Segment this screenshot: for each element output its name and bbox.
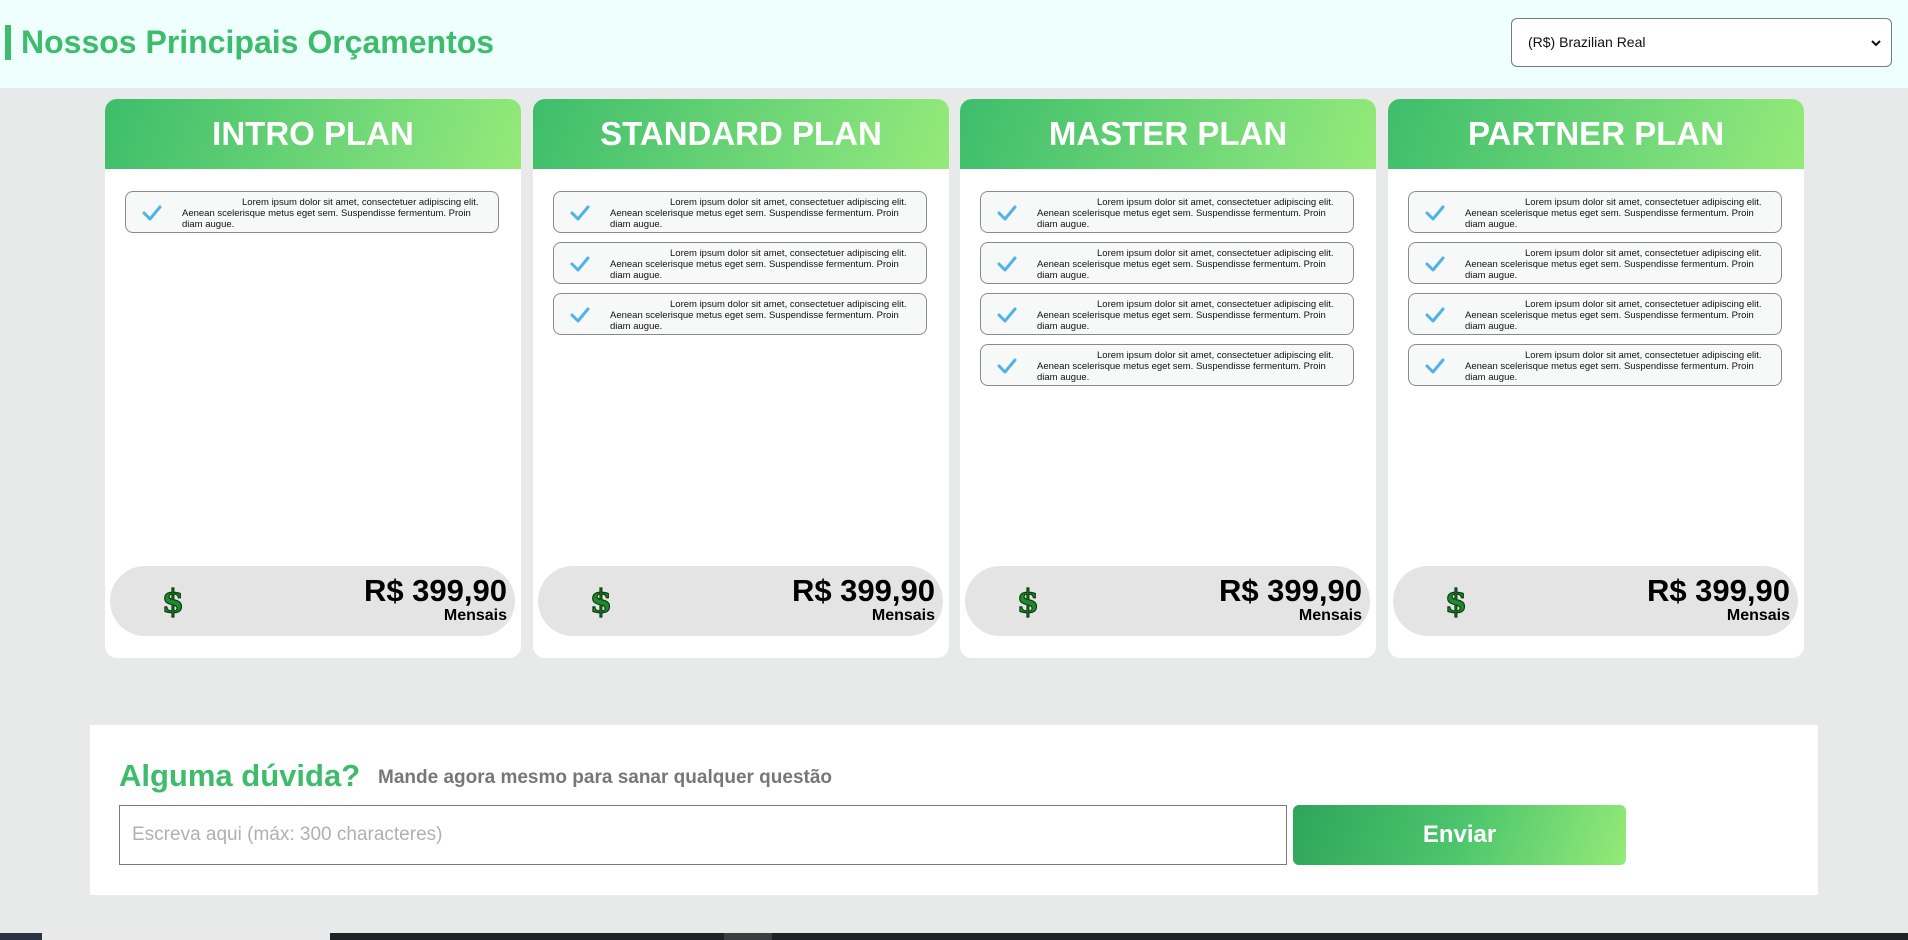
plan-header: MASTER PLAN [960,99,1376,169]
plan-name: INTRO PLAN [212,115,414,152]
feature-item: Lorem ipsum dolor sit amet, consectetuer… [980,191,1354,233]
plan-period: Mensais [1726,607,1790,624]
feature-text: Lorem ipsum dolor sit amet, consectetuer… [182,197,479,230]
checkmark-icon [1425,256,1445,272]
svg-text:$: $ [162,584,184,618]
chevron-down-icon [1871,40,1881,47]
plan-card: INTRO PLAN Lorem ipsum dolor sit amet, co… [105,99,521,658]
plan-price: R$ 399,90 [363,573,507,608]
plan-period: Mensais [443,607,507,624]
plan-period: Mensais [871,607,935,624]
svg-text:$: $ [590,584,612,618]
feature-text: Lorem ipsum dolor sit amet, consectetuer… [1465,248,1762,281]
plan-name: STANDARD PLAN [600,115,882,152]
feature-text: Lorem ipsum dolor sit amet, consectetuer… [1037,197,1334,230]
feature-item: Lorem ipsum dolor sit amet, consectetuer… [553,242,927,284]
checkmark-icon [570,256,590,272]
taskbar-segment [42,933,330,940]
feature-item: Lorem ipsum dolor sit amet, consectetuer… [1408,191,1782,233]
plan-card: STANDARD PLAN Lorem ipsum dolor sit amet,… [533,99,949,658]
price-bar: $ R$ 399,90 Mensais [1393,566,1798,636]
checkmark-icon [1425,358,1445,374]
checkmark-icon [1425,307,1445,323]
feature-item: Lorem ipsum dolor sit amet, consectetuer… [553,191,927,233]
checkmark-icon [997,358,1017,374]
plan-header: STANDARD PLAN [533,99,949,169]
dollar-icon: $ [1016,584,1039,618]
feature-item: Lorem ipsum dolor sit amet, consectetuer… [1408,293,1782,335]
plan-price: R$ 399,90 [791,573,935,608]
feature-text: Lorem ipsum dolor sit amet, consectetuer… [1037,350,1334,383]
price-bar: $ R$ 399,90 Mensais [965,566,1370,636]
title-accent-bar [5,25,11,60]
feature-text: Lorem ipsum dolor sit amet, consectetuer… [610,299,907,332]
checkmark-icon [142,205,162,221]
feature-item: Lorem ipsum dolor sit amet, consectetuer… [125,191,499,233]
feature-text: Lorem ipsum dolor sit amet, consectetuer… [1037,248,1334,281]
dollar-icon: $ [161,584,184,618]
plan-card: PARTNER PLAN Lorem ipsum dolor sit amet, … [1388,99,1804,658]
taskbar-strip [0,933,1908,940]
contact-subheading: Mande agora mesmo para sanar qualquer qu… [378,767,833,788]
dollar-icon: $ [1444,584,1467,618]
feature-text: Lorem ipsum dolor sit amet, consectetuer… [1037,299,1334,332]
plan-header: PARTNER PLAN [1388,99,1804,169]
svg-text:$: $ [1017,584,1039,618]
checkmark-icon [570,205,590,221]
feature-text: Lorem ipsum dolor sit amet, consectetuer… [1465,299,1762,332]
feature-item: Lorem ipsum dolor sit amet, consectetuer… [980,242,1354,284]
feature-text: Lorem ipsum dolor sit amet, consectetuer… [1465,350,1762,383]
page-title: Nossos Principais Orçamentos [21,24,495,60]
feature-item: Lorem ipsum dolor sit amet, consectetuer… [980,293,1354,335]
feature-item: Lorem ipsum dolor sit amet, consectetuer… [1408,242,1782,284]
plan-period: Mensais [1298,607,1362,624]
currency-select[interactable]: (R$) Brazilian Real [1511,18,1892,67]
checkmark-icon [997,307,1017,323]
top-bar: Nossos Principais Orçamentos (R$) Brazil… [0,0,1908,88]
checkmark-icon [997,205,1017,221]
feature-text: Lorem ipsum dolor sit amet, consectetuer… [1465,197,1762,230]
question-input[interactable] [119,805,1287,865]
send-button[interactable]: Enviar [1293,805,1626,865]
feature-text: Lorem ipsum dolor sit amet, consectetuer… [610,197,907,230]
plan-price: R$ 399,90 [1218,573,1362,608]
price-bar: $ R$ 399,90 Mensais [110,566,515,636]
plan-name: MASTER PLAN [1048,115,1288,152]
feature-item: Lorem ipsum dolor sit amet, consectetuer… [1408,344,1782,386]
checkmark-icon [570,307,590,323]
feature-item: Lorem ipsum dolor sit amet, consectetuer… [553,293,927,335]
price-bar: $ R$ 399,90 Mensais [538,566,943,636]
contact-heading: Alguma dúvida? [119,758,361,793]
feature-text: Lorem ipsum dolor sit amet, consectetuer… [610,248,907,281]
svg-text:$: $ [1445,584,1467,618]
feature-item: Lorem ipsum dolor sit amet, consectetuer… [980,344,1354,386]
taskbar-segment [0,933,42,940]
dollar-icon: $ [589,584,612,618]
plan-price: R$ 399,90 [1646,573,1790,608]
plan-name: PARTNER PLAN [1467,115,1725,152]
plan-card: MASTER PLAN Lorem ipsum dolor sit amet, c… [960,99,1376,658]
checkmark-icon [997,256,1017,272]
currency-select-value: (R$) Brazilian Real [1528,34,1646,50]
contact-panel: Alguma dúvida? Mande agora mesmo para sa… [90,725,1818,895]
taskbar-segment [724,933,772,940]
checkmark-icon [1425,205,1445,221]
plan-header: INTRO PLAN [105,99,521,169]
